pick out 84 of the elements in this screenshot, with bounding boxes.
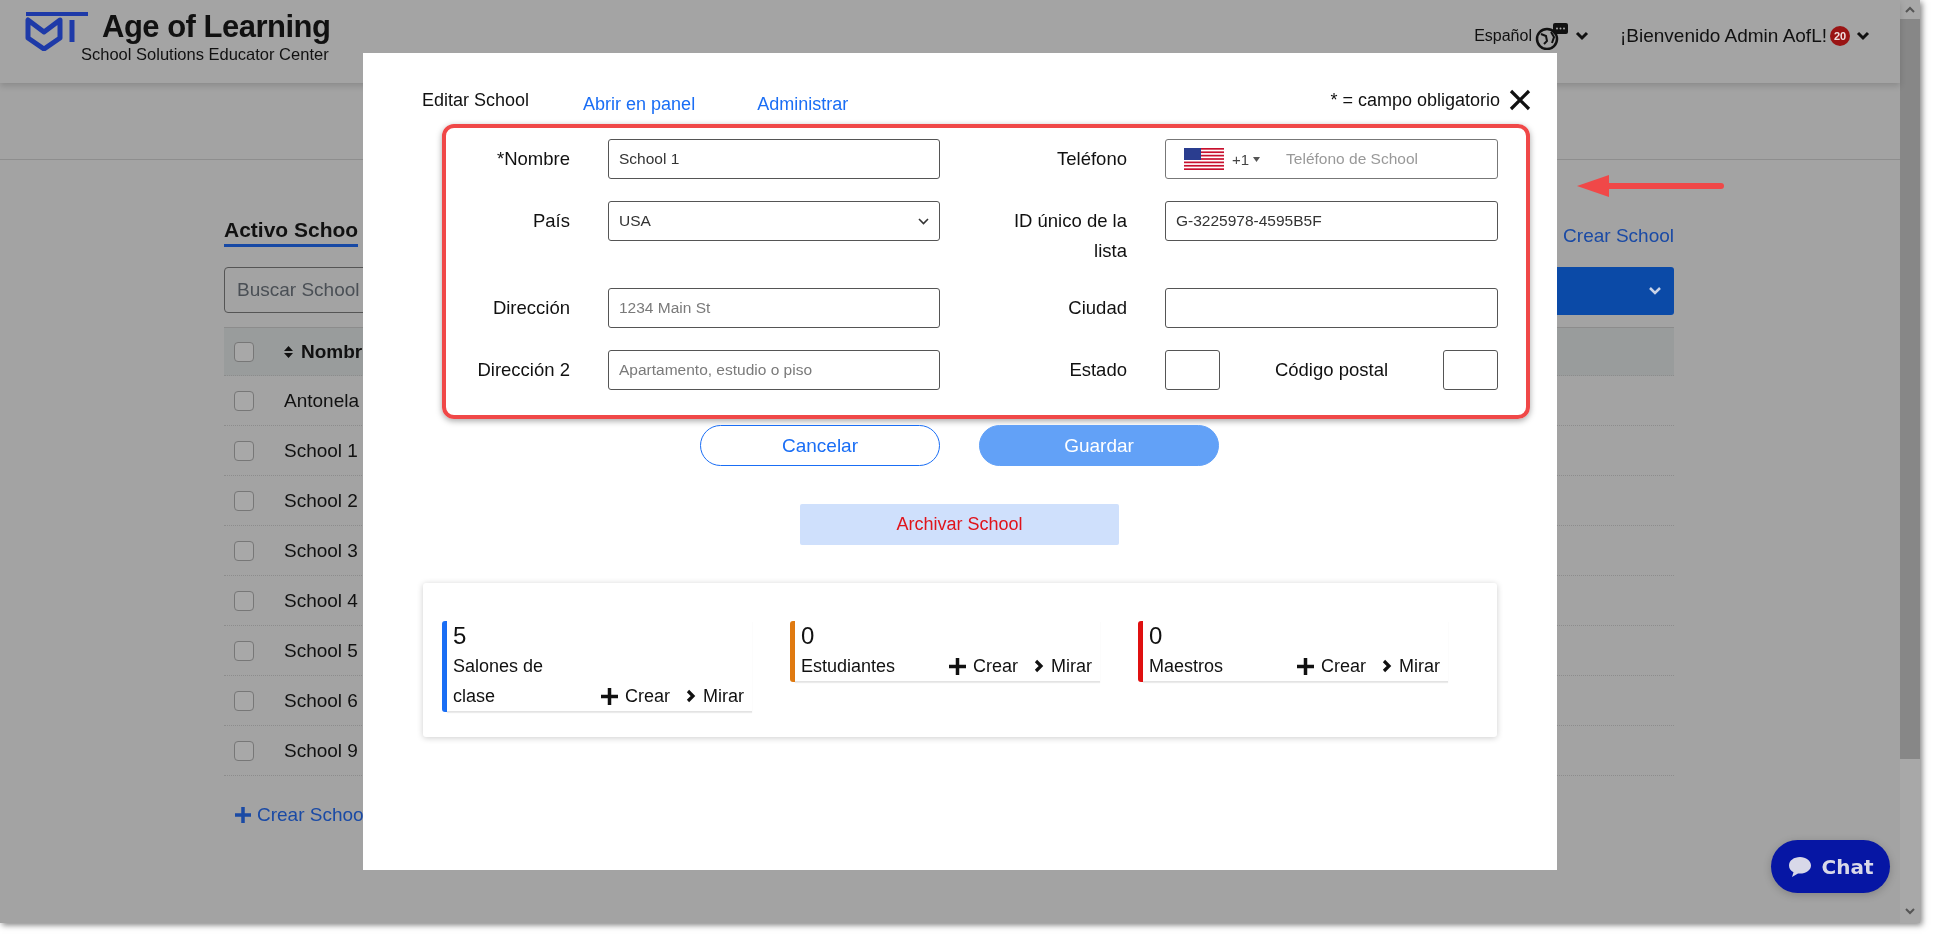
input-field[interactable]	[1165, 288, 1498, 328]
checkbox[interactable]	[234, 640, 254, 661]
action-link[interactable]: Crear	[625, 681, 670, 711]
field-label: ID único de la lista	[1012, 209, 1127, 263]
required-note: * = campo obligatorio	[1330, 89, 1500, 111]
input-field[interactable]: 1234 Main St	[608, 288, 940, 328]
checkbox[interactable]	[234, 341, 254, 362]
table-cell: School 9	[284, 739, 358, 762]
input-field[interactable]: G-3225978-4595B5F	[1165, 201, 1498, 241]
field-label: Teléfono	[1056, 147, 1127, 171]
action-link[interactable]: Mirar	[1051, 651, 1092, 681]
field-label: *Nombre	[496, 147, 570, 171]
country-dropdown[interactable]: USA	[608, 201, 940, 241]
stat-label: Salones de clase	[453, 655, 545, 708]
chevron-right-icon	[1382, 659, 1392, 673]
table-cell: School 1	[284, 439, 358, 462]
chevron-down-icon	[918, 217, 929, 225]
header-link[interactable]: Abrir en panel	[583, 93, 696, 115]
column-header[interactable]: Nombr	[301, 340, 363, 363]
stat-count: 0	[1149, 621, 1164, 651]
chevron-down-icon[interactable]	[1574, 31, 1589, 41]
speech-bubble-icon	[1787, 855, 1812, 878]
field-label: Dirección	[491, 296, 570, 320]
archive-button[interactable]: Archivar School	[800, 504, 1119, 545]
logo-subtitle: School Solutions Educator Center	[81, 44, 330, 64]
country-code-dropdown[interactable]: +1	[1232, 150, 1261, 168]
stat-label: Maestros	[1149, 655, 1225, 678]
caret-icon	[1253, 156, 1261, 162]
close-icon[interactable]	[1508, 88, 1532, 112]
action-link[interactable]: Mirar	[1399, 651, 1440, 681]
plus-icon	[949, 657, 966, 675]
action-link[interactable]: Crear	[973, 651, 1018, 681]
field-label: Estado	[1068, 358, 1127, 382]
table-cell: Antonela	[284, 389, 359, 412]
field-label: Dirección 2	[476, 358, 570, 382]
stat-label: Estudiantes	[801, 655, 897, 678]
input-field[interactable]	[1443, 350, 1498, 390]
table-cell: School 5	[284, 639, 358, 662]
plus-icon	[601, 687, 618, 705]
field-label: Ciudad	[1067, 296, 1127, 320]
scroll-up-icon[interactable]	[1905, 6, 1915, 13]
chat-button[interactable]: Chat	[1771, 840, 1890, 893]
language-selector[interactable]: Español	[1474, 27, 1532, 45]
scrollbar[interactable]	[1900, 0, 1920, 923]
scrollbar-thumb[interactable]	[1900, 19, 1920, 759]
plus-icon	[1297, 657, 1314, 675]
chevron-right-icon	[1034, 659, 1044, 673]
table-cell: School 4	[284, 589, 358, 612]
chevron-down-icon[interactable]	[1856, 31, 1870, 41]
dialog-title: Editar School	[422, 89, 530, 111]
checkbox[interactable]	[234, 590, 254, 611]
table-cell: School 2	[284, 489, 358, 512]
input-field[interactable]: Apartamento, estudio o piso	[608, 350, 940, 390]
stat-count: 5	[453, 621, 468, 651]
input-field[interactable]: School 1	[608, 139, 940, 179]
checkbox[interactable]	[234, 690, 254, 711]
notification-badge: 20	[1830, 26, 1850, 46]
checkbox[interactable]	[234, 390, 254, 411]
section-heading[interactable]: Activo Schoo	[224, 218, 359, 247]
globe-chat-icon	[1534, 22, 1569, 50]
phone-placeholder: Teléfono de School	[1286, 150, 1418, 168]
welcome-user-menu[interactable]: ¡Bienvenido Admin AofL!	[1619, 25, 1827, 47]
field-label: Código postal	[1274, 358, 1389, 382]
phone-field[interactable]: +1 Teléfono de School	[1165, 139, 1498, 179]
table-cell: School 6	[284, 689, 358, 712]
checkbox[interactable]	[234, 490, 254, 511]
checkbox[interactable]	[234, 740, 254, 761]
chevron-right-icon	[686, 689, 696, 703]
checkbox[interactable]	[234, 440, 254, 461]
stat-count: 0	[801, 621, 816, 651]
plus-icon[interactable]	[234, 806, 252, 824]
logo-title: Age of Learning	[101, 10, 331, 44]
table-cell: School 3	[284, 539, 358, 562]
checkbox[interactable]	[234, 540, 254, 561]
field-label: País	[531, 209, 570, 233]
cancel-button[interactable]: Cancelar	[700, 425, 940, 466]
action-link[interactable]: Crear	[1321, 651, 1366, 681]
action-link[interactable]: Mirar	[703, 681, 744, 711]
input-field[interactable]	[1165, 350, 1220, 390]
header-link[interactable]: Administrar	[757, 93, 849, 115]
sort-icon[interactable]	[284, 345, 293, 358]
chevron-down-icon	[1648, 286, 1662, 296]
scroll-down-icon[interactable]	[1905, 908, 1915, 915]
flag-icon	[1184, 148, 1224, 170]
